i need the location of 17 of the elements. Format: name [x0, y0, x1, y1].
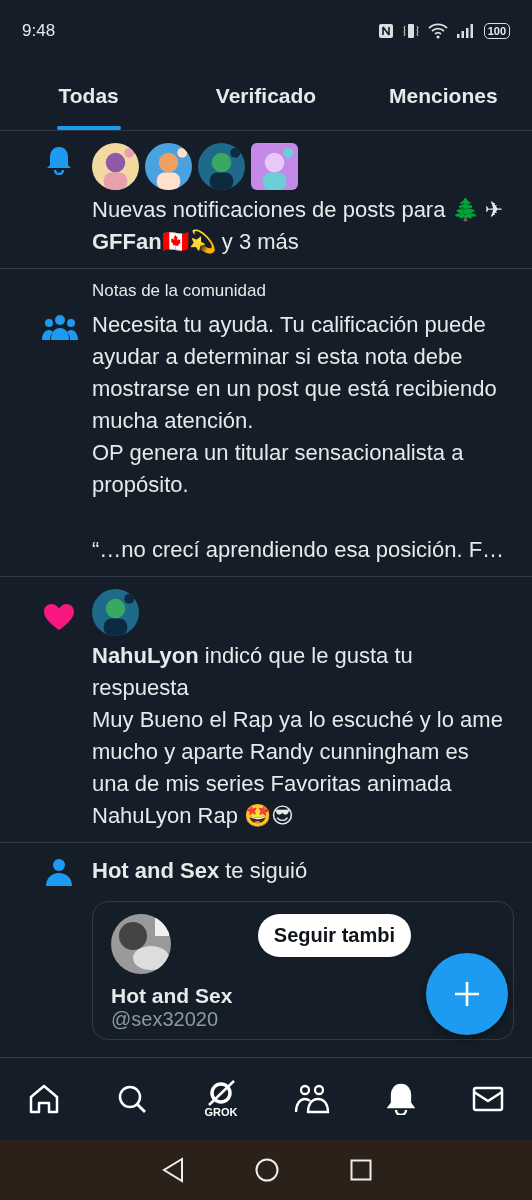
battery-indicator: 100: [483, 23, 510, 39]
notification-text: NahuLyon indicó que le gusta tu respuesta: [92, 642, 414, 702]
note-label: Notas de la comunidad: [92, 281, 266, 301]
follow-back-button[interactable]: Seguir tambi: [257, 914, 411, 957]
profile-handle: @sex32020: [111, 1008, 219, 1031]
tab[interactable]: Verificado: [177, 62, 355, 130]
profile-name: Hot and Sex: [111, 984, 233, 1008]
tab[interactable]: Menciones: [354, 62, 532, 130]
tab[interactable]: Todas: [0, 62, 178, 130]
status-time: 9:48: [22, 21, 56, 41]
grok-tab[interactable]: GROK: [200, 1076, 242, 1122]
notification-text: Hot and Sex te siguió: [92, 857, 308, 885]
note-text: Necesita tu ayuda. Tu calificación puede ayudar a determinar si esta nota debe mostrarse en un post que está recibiendo mucha atención.: [92, 311, 498, 435]
note-quote: “…no crecí aprendiendo esa posición. F…: [92, 536, 505, 564]
notification-text: Nuevas notificaciones de posts para 🌲 ✈GFFan🇨🇦💫 y 3 más: [92, 196, 505, 256]
note-text: OP genera un titular sensacionalista a propósito.: [92, 439, 465, 499]
reply-text: Muy Bueno el Rap ya lo escuché y lo ame mucho y aparte Randy cunningham es una de mis series Favoritas animada NahuLyon Rap 🤩😎: [92, 706, 504, 830]
